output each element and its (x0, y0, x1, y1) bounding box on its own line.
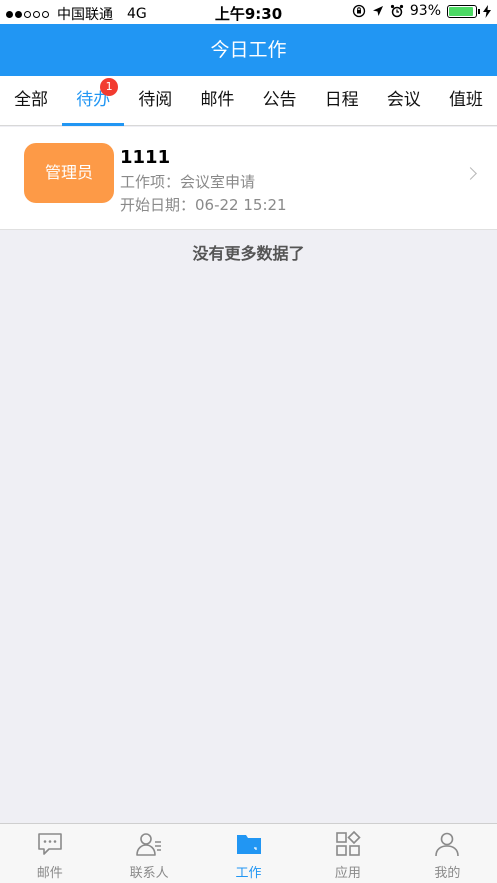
battery-percent: 93% (409, 3, 441, 19)
battery-icon (447, 4, 480, 18)
page-header: 今日工作 (0, 24, 497, 76)
status-bar: 中国联通 4G 上午9:30 93% (0, 0, 497, 24)
folder-icon (236, 835, 261, 854)
tabbar-label: 应用 (334, 866, 361, 881)
tab-duty[interactable]: 值班 (435, 76, 497, 125)
tabbar-item-work[interactable]: 工作 (199, 824, 298, 883)
tabbar-label: 工作 (235, 866, 262, 881)
tab-label: 公告 (262, 90, 297, 110)
tabbar-label: 我的 (434, 866, 461, 881)
tabbar-item-me[interactable]: 我的 (398, 824, 497, 883)
contacts-icon (136, 833, 162, 856)
tab-label: 会议 (386, 90, 421, 110)
tabbar-item-mail[interactable]: 邮件 (0, 824, 99, 883)
apps-grid-icon (336, 830, 361, 856)
category-tabs: 全部 待办 1 待阅 邮件 公告 日程 会议 值班 (0, 76, 497, 126)
status-right: 93% (352, 3, 491, 19)
tab-to-read[interactable]: 待阅 (124, 76, 186, 125)
tab-label: 待阅 (138, 90, 173, 110)
tabbar-label: 联系人 (129, 866, 169, 881)
tab-todo[interactable]: 待办 1 (62, 76, 125, 126)
task-start-date: 开始日期：06-22 15:21 (120, 196, 287, 214)
chevron-right-icon (464, 167, 477, 180)
task-list-item[interactable]: 管理员 1111 工作项：会议室申请 开始日期：06-22 15:21 (0, 127, 497, 230)
tab-notice[interactable]: 公告 (249, 76, 311, 125)
tab-label: 邮件 (200, 90, 235, 110)
task-work-item: 工作项：会议室申请 (120, 173, 256, 191)
charging-bolt-icon (483, 4, 491, 18)
bottom-tab-bar: 邮件 联系人 工作 应用 我的 (0, 823, 497, 883)
tab-mail[interactable]: 邮件 (186, 76, 248, 125)
tab-label: 值班 (448, 90, 483, 110)
tab-label: 全部 (14, 90, 49, 110)
tab-meeting[interactable]: 会议 (373, 76, 435, 125)
tabbar-label: 邮件 (36, 866, 63, 881)
task-title: 1111 (120, 147, 171, 168)
rotation-lock-icon (352, 4, 366, 18)
alarm-icon (390, 4, 403, 18)
user-icon (435, 832, 460, 857)
tabbar-item-apps[interactable]: 应用 (298, 824, 397, 883)
tab-all[interactable]: 全部 (0, 76, 62, 125)
tabbar-item-contacts[interactable]: 联系人 (99, 824, 198, 883)
chat-bubble-icon (37, 833, 62, 855)
avatar: 管理员 (24, 143, 114, 203)
page-title: 今日工作 (210, 39, 287, 61)
no-more-data-text: 没有更多数据了 (192, 244, 305, 263)
tab-label: 日程 (324, 90, 359, 110)
unread-badge: 1 (100, 78, 119, 96)
location-arrow-icon (372, 6, 383, 16)
tab-schedule[interactable]: 日程 (311, 76, 373, 125)
